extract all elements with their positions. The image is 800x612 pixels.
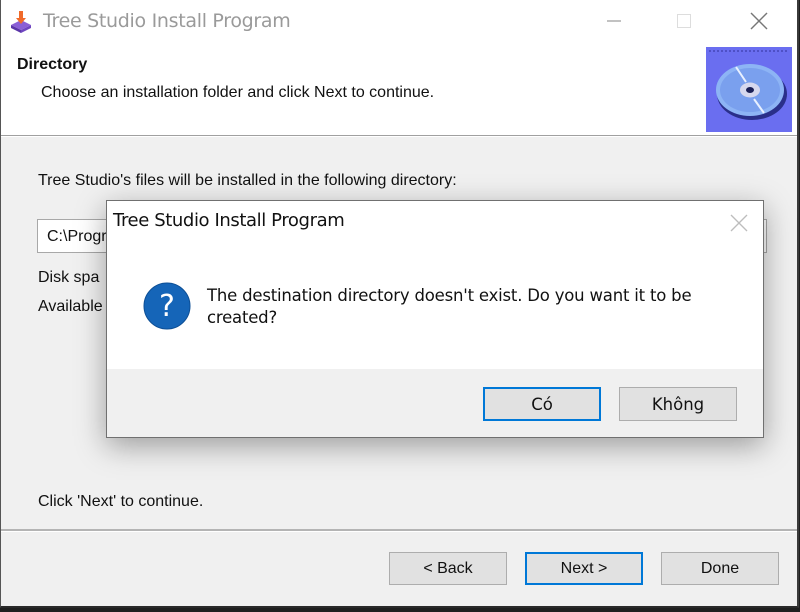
maximize-icon [677,14,691,28]
svg-text:?: ? [159,289,175,324]
back-button[interactable]: < Back [389,552,507,585]
close-button[interactable] [736,0,782,42]
dialog-title: Tree Studio Install Program [113,210,345,231]
dialog-message: The destination directory doesn't exist.… [207,286,692,327]
title-bar[interactable]: Tree Studio Install Program [1,0,797,42]
dialog-close-button[interactable] [725,209,753,237]
available-space-label: Available [38,298,103,315]
install-directory-label: Tree Studio's files will be installed in… [38,172,457,189]
cd-disc-icon [706,47,792,132]
continue-hint: Click 'Next' to continue. [38,493,204,510]
dialog-button-bar: Có Không [107,369,763,437]
wizard-header: Directory Choose an installation folder … [1,42,797,136]
question-icon: ? [143,282,191,330]
yes-button[interactable]: Có [483,387,601,421]
close-icon [750,12,768,30]
header-divider [1,136,797,137]
confirm-dialog: Tree Studio Install Program ? The destin… [106,200,764,438]
page-title: Directory [17,56,88,73]
no-button[interactable]: Không [619,387,737,421]
window-title: Tree Studio Install Program [43,10,291,32]
install-box-icon [11,11,31,33]
close-icon [730,214,748,232]
footer-divider [1,529,797,532]
minimize-button[interactable] [591,0,637,42]
done-button[interactable]: Done [661,552,779,585]
minimize-icon [607,20,621,22]
disk-space-label: Disk spa [38,269,100,286]
maximize-button[interactable] [661,0,707,42]
page-subtitle: Choose an installation folder and click … [41,84,435,101]
next-button[interactable]: Next > [525,552,643,585]
